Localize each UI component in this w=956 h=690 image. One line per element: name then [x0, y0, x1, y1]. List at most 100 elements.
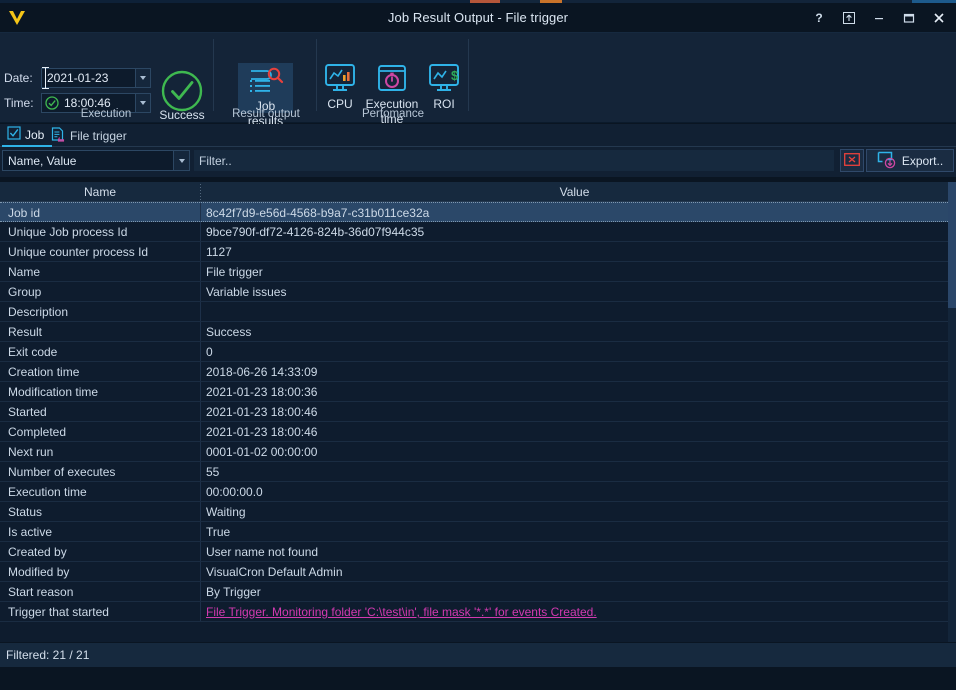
stopwatch-icon: [361, 63, 423, 96]
table-vertical-scrollbar[interactable]: [948, 182, 956, 642]
ribbon-toolbar: Date: 2021-01-23 Time: 18:00:46 Executio…: [0, 33, 956, 123]
group-label-performance: Perfomance: [319, 108, 467, 120]
column-header-name[interactable]: Name: [0, 182, 200, 202]
row-column-divider: [200, 542, 201, 561]
cell-name: Creation time: [8, 362, 198, 382]
cell-value: File trigger: [206, 262, 936, 282]
row-column-divider: [200, 322, 201, 341]
roi-monitor-dollar-icon: $: [426, 63, 462, 96]
table-row[interactable]: Group Variable issues: [0, 282, 948, 302]
table-row[interactable]: Execution time00:00:00.0: [0, 482, 948, 502]
tab-file-trigger-label: File trigger: [70, 129, 127, 143]
row-column-divider: [200, 482, 201, 501]
table-row[interactable]: Modified byVisualCron Default Admin: [0, 562, 948, 582]
clear-filter-button[interactable]: [840, 149, 864, 172]
close-button[interactable]: [924, 5, 954, 31]
filter-column-value: Name, Value: [3, 154, 76, 168]
roi-button[interactable]: $ ROI: [426, 63, 462, 111]
window-buttons: ?: [804, 3, 954, 33]
filter-input[interactable]: [194, 150, 834, 171]
cpu-button[interactable]: CPU: [322, 63, 358, 111]
tab-strip: Job File trigger: [0, 124, 956, 147]
svg-text:?: ?: [815, 11, 822, 25]
row-column-divider: [200, 342, 201, 361]
table-row[interactable]: NameFile trigger: [0, 262, 948, 282]
title-bar: Job Result Output - File trigger ?: [0, 3, 956, 33]
filter-column-dropdown-button[interactable]: [173, 151, 189, 170]
cell-name: Description: [8, 302, 198, 322]
cell-value: Success: [206, 322, 936, 342]
column-header-value[interactable]: Value: [201, 182, 948, 202]
chevron-down-icon: [179, 159, 185, 163]
table-row[interactable]: Job id8c42f7d9-e56d-4568-b9a7-c31b011ce3…: [0, 202, 948, 222]
cell-value: 55: [206, 462, 936, 482]
tab-file-trigger[interactable]: File trigger: [45, 124, 135, 147]
date-dropdown-button[interactable]: [135, 69, 150, 87]
cell-name: Execution time: [8, 482, 198, 502]
table-row[interactable]: Unique counter process Id1127: [0, 242, 948, 262]
table-row[interactable]: Modification time 2021-01-23 18:00:36: [0, 382, 948, 402]
cell-name: Trigger that started: [8, 602, 198, 622]
row-column-divider: [200, 362, 201, 381]
filter-column-select[interactable]: Name, Value: [2, 150, 190, 171]
date-label: Date:: [4, 71, 33, 85]
ribbon-separator: [468, 39, 469, 111]
table-row[interactable]: Start reasonBy Trigger: [0, 582, 948, 602]
export-button[interactable]: Export..: [866, 149, 954, 172]
table-row[interactable]: Is activeTrue: [0, 522, 948, 542]
table-row[interactable]: Status Waiting: [0, 502, 948, 522]
ribbon-separator: [213, 39, 214, 111]
help-button[interactable]: ?: [804, 5, 834, 31]
job-results-button[interactable]: Job results: [238, 63, 293, 113]
pin-button[interactable]: [834, 5, 864, 31]
table-row[interactable]: Number of executes 55: [0, 462, 948, 482]
filtered-count-label: Filtered: 21 / 21: [0, 648, 89, 662]
table-row[interactable]: ResultSuccess: [0, 322, 948, 342]
row-column-divider: [200, 522, 201, 541]
cell-name: Number of executes: [8, 462, 198, 482]
cell-value: Waiting: [206, 502, 936, 522]
table-row[interactable]: Trigger that started File Trigger. Monito…: [0, 602, 948, 622]
row-column-divider: [200, 222, 201, 241]
row-column-divider: [200, 382, 201, 401]
cell-value: 0001-01-02 00:00:00: [206, 442, 936, 462]
minimize-button[interactable]: [864, 5, 894, 31]
cell-name: Modification time: [8, 382, 198, 402]
filter-bar: Name, Value Export..: [0, 147, 956, 177]
group-label-execution: Execution: [0, 108, 212, 120]
maximize-button[interactable]: [894, 5, 924, 31]
cell-value-link[interactable]: File Trigger. Monitoring folder 'C:\test…: [206, 602, 936, 622]
group-label-result-output: Result output: [216, 108, 316, 120]
table-row[interactable]: Next run0001-01-02 00:00:00: [0, 442, 948, 462]
job-results-search-list-icon: [238, 67, 293, 98]
cell-value: [206, 302, 936, 322]
table-row[interactable]: Unique Job process Id9bce790f-df72-4126-…: [0, 222, 948, 242]
row-column-divider: [200, 282, 201, 301]
cell-value: 2021-01-23 18:00:36: [206, 382, 936, 402]
table-scrollbar-thumb[interactable]: [948, 182, 956, 308]
date-input[interactable]: 2021-01-23: [41, 68, 151, 88]
cell-name: Status: [8, 502, 198, 522]
row-column-divider: [200, 262, 201, 281]
table-row[interactable]: Started2021-01-23 18:00:46: [0, 402, 948, 422]
table-row[interactable]: Created byUser name not found: [0, 542, 948, 562]
ribbon-separator: [316, 39, 317, 111]
cell-value: Variable issues: [206, 282, 936, 302]
export-download-icon: [877, 150, 897, 172]
cell-name: Exit code: [8, 342, 198, 362]
cell-value: 2018-06-26 14:33:09: [206, 362, 936, 382]
cell-value: 0: [206, 342, 936, 362]
text-caret-cursor: [45, 67, 46, 89]
table-row[interactable]: Exit code 0: [0, 342, 948, 362]
row-column-divider: [200, 562, 201, 581]
cell-name: Job id: [8, 203, 198, 223]
clear-filter-red-icon: [844, 153, 860, 169]
cell-name: Group: [8, 282, 198, 302]
cell-value: 1127: [206, 242, 936, 262]
table-row[interactable]: Completed2021-01-23 18:00:46: [0, 422, 948, 442]
row-column-divider: [200, 582, 201, 601]
table-row[interactable]: Creation time 2018-06-26 14:33:09: [0, 362, 948, 382]
table-row[interactable]: Description: [0, 302, 948, 322]
cell-name: Completed: [8, 422, 198, 442]
cell-value: True: [206, 522, 936, 542]
